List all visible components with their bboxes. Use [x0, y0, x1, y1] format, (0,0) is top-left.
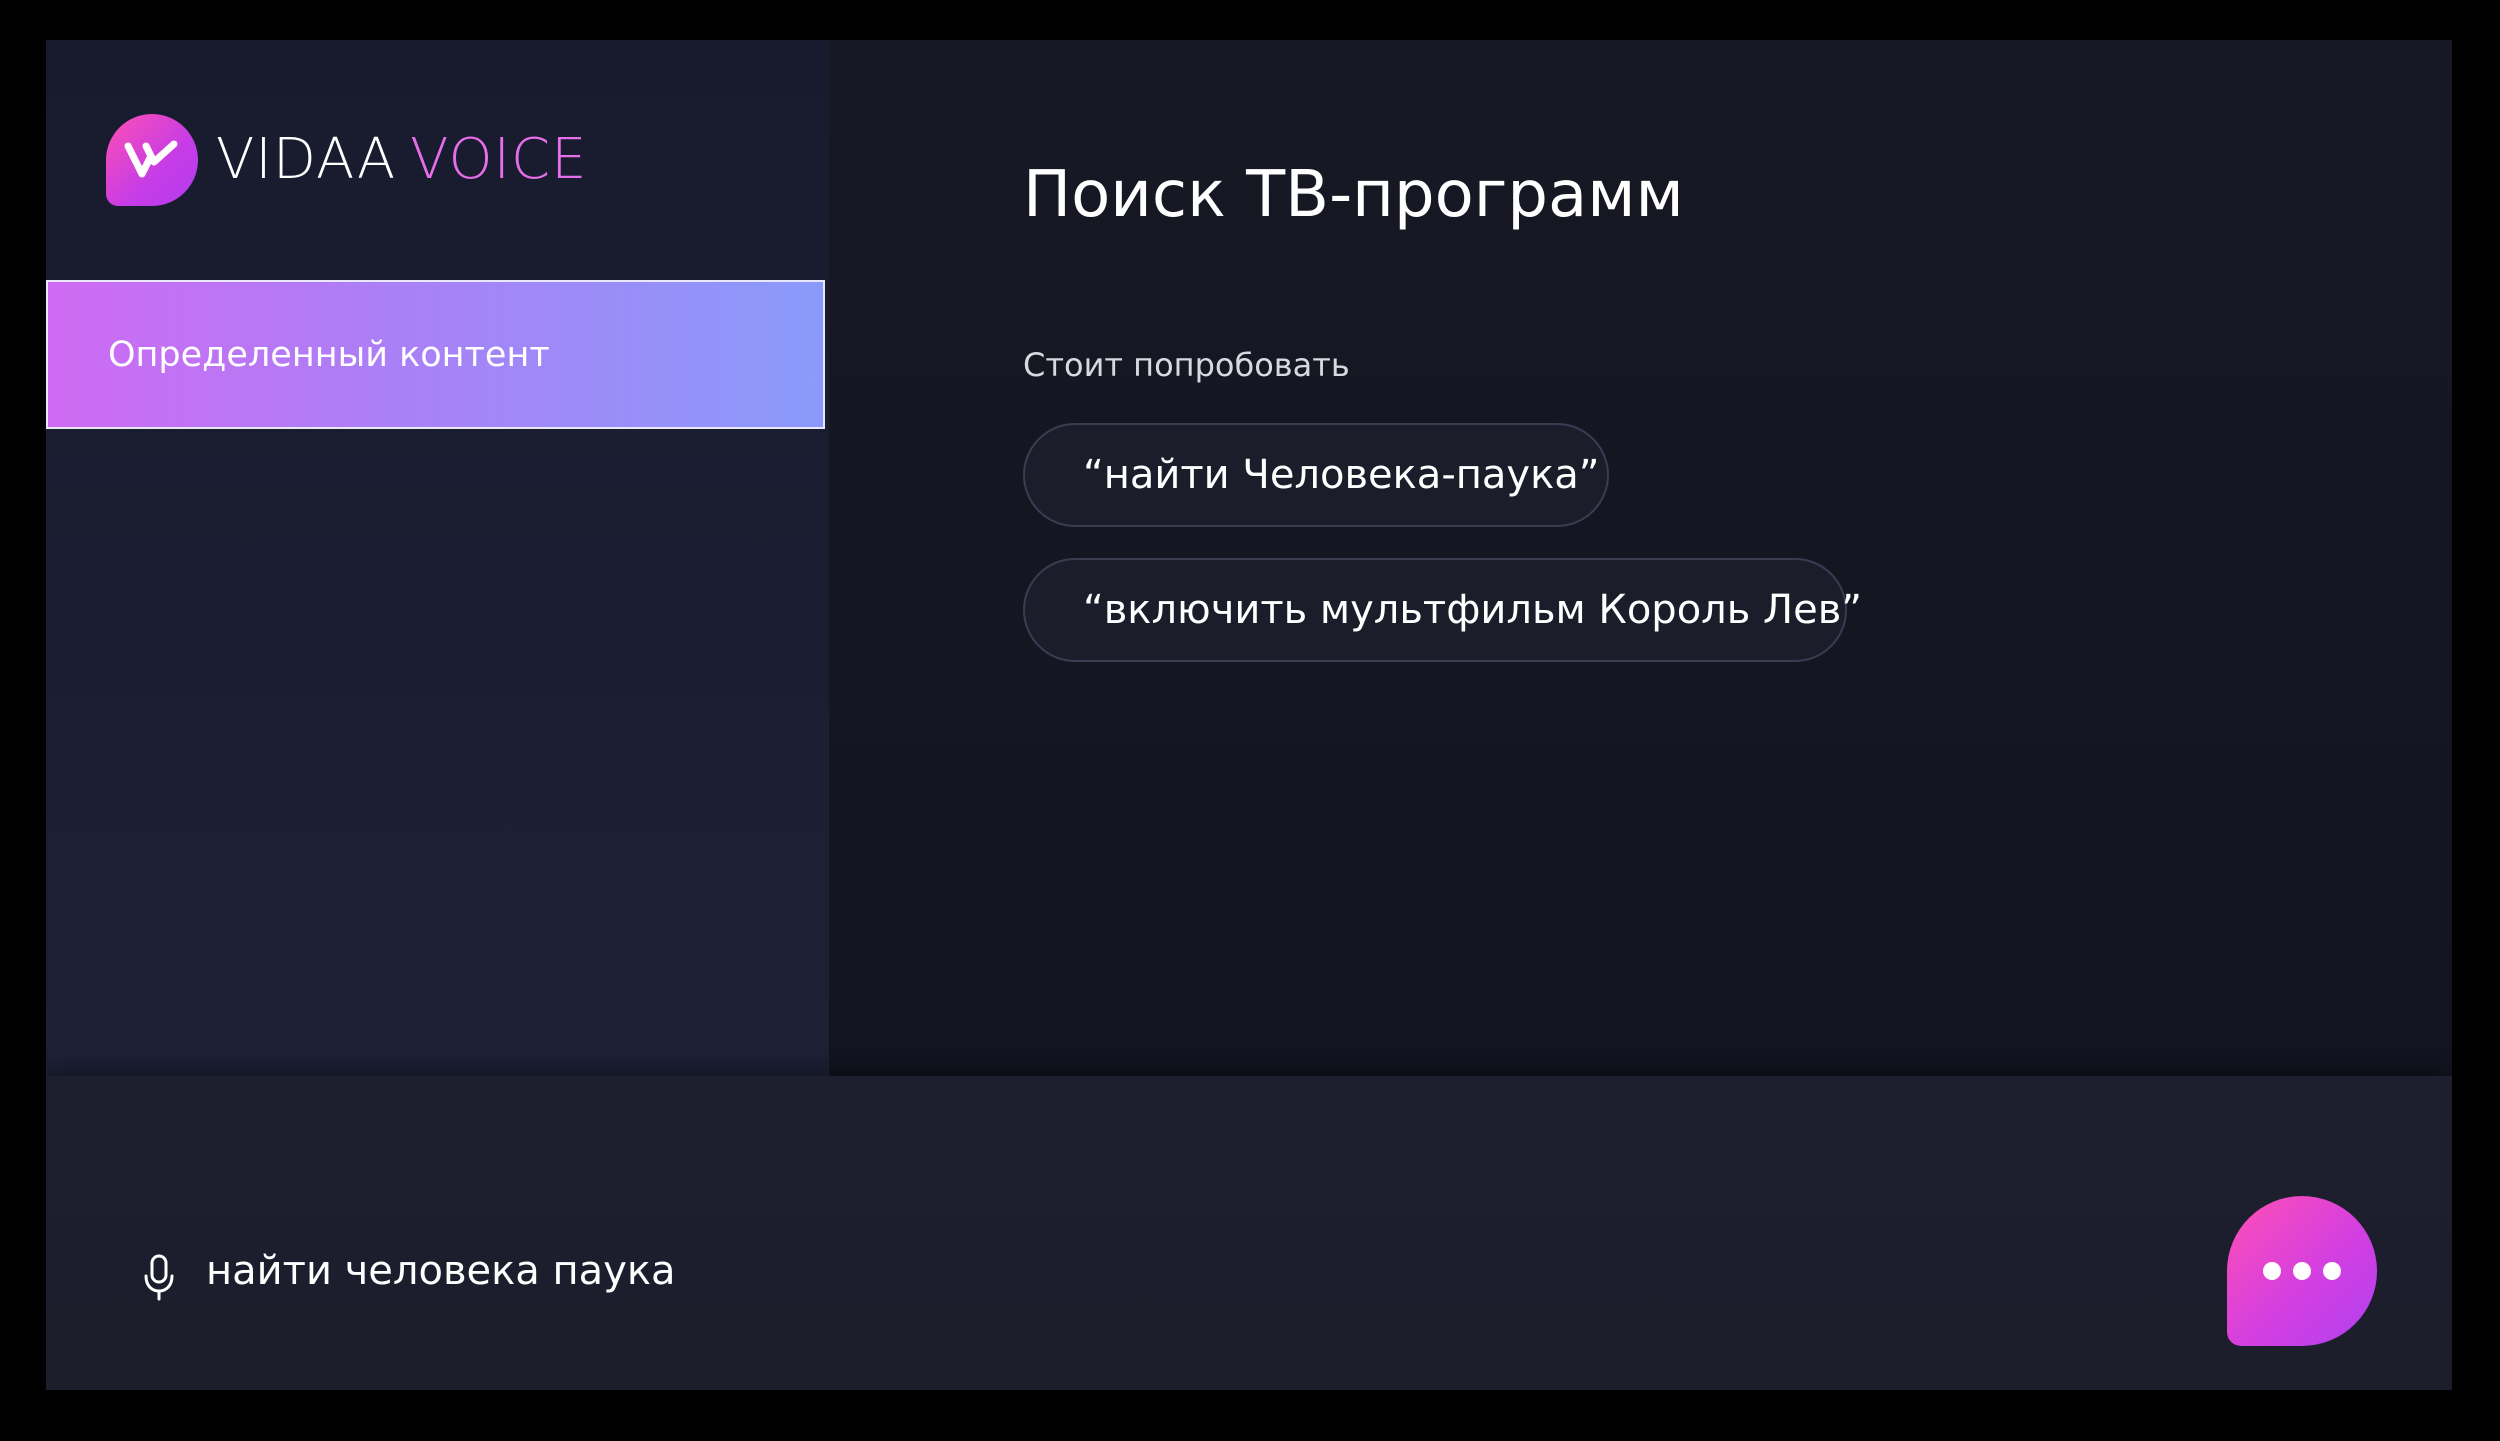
main-panel: Поиск ТВ-программ Стоит попробовать “най…: [829, 40, 2452, 1076]
logo-product: VOICE: [410, 127, 588, 192]
logo-text: VIDAA VOICE: [216, 114, 588, 206]
more-dots-icon: [2323, 1262, 2341, 1280]
page-title: Поиск ТВ-программ: [1023, 158, 1684, 232]
suggestions-heading: Стоит попробовать: [1023, 346, 1350, 384]
vidaa-v-mark-icon: [124, 140, 178, 178]
suggestion-chip-spiderman[interactable]: “найти Человека-паука”: [1023, 423, 1609, 527]
assistant-more-button[interactable]: [2227, 1196, 2377, 1346]
voice-query-text: найти человека паука: [206, 1248, 676, 1294]
sidebar-item-label: Определенный контент: [108, 334, 550, 375]
logo-brand: VIDAA: [216, 127, 397, 192]
voice-query-bar: найти человека паука: [46, 1076, 2452, 1390]
sidebar: VIDAA VOICE Определенный контент: [46, 40, 829, 1076]
tv-screen: VIDAA VOICE Определенный контент Поиск ТВ…: [46, 40, 2452, 1390]
vidaa-voice-logo: VIDAA VOICE: [106, 114, 588, 206]
sidebar-item-specific-content[interactable]: Определенный контент: [46, 280, 825, 429]
vidaa-logo-icon: [106, 114, 198, 206]
more-dots-icon: [2293, 1262, 2311, 1280]
more-dots-icon: [2263, 1262, 2281, 1280]
suggestion-chip-lion-king[interactable]: “включить мультфильм Король Лев”: [1023, 558, 1862, 662]
microphone-icon: [144, 1254, 174, 1301]
